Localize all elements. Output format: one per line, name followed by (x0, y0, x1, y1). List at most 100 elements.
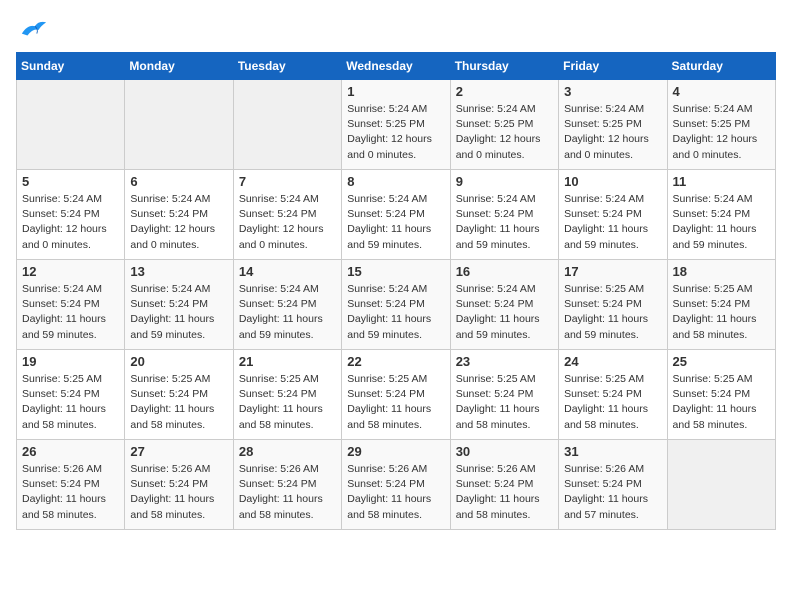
calendar-cell: 17 Sunrise: 5:25 AMSunset: 5:24 PMDayligh… (559, 260, 667, 350)
day-number: 11 (673, 174, 770, 189)
calendar-week-row: 26 Sunrise: 5:26 AMSunset: 5:24 PMDayligh… (17, 440, 776, 530)
day-number: 12 (22, 264, 119, 279)
day-number: 28 (239, 444, 336, 459)
weekday-header-sunday: Sunday (17, 53, 125, 80)
calendar-cell: 11 Sunrise: 5:24 AMSunset: 5:24 PMDayligh… (667, 170, 775, 260)
calendar-week-row: 12 Sunrise: 5:24 AMSunset: 5:24 PMDayligh… (17, 260, 776, 350)
day-info: Sunrise: 5:24 AMSunset: 5:24 PMDaylight:… (456, 192, 553, 253)
day-info: Sunrise: 5:26 AMSunset: 5:24 PMDaylight:… (22, 462, 119, 523)
day-number: 27 (130, 444, 227, 459)
day-info: Sunrise: 5:24 AMSunset: 5:24 PMDaylight:… (564, 192, 661, 253)
weekday-header-saturday: Saturday (667, 53, 775, 80)
weekday-header-wednesday: Wednesday (342, 53, 450, 80)
calendar-cell: 4Sunrise: 5:24 AMSunset: 5:25 PMDaylight… (667, 80, 775, 170)
calendar-cell: 13 Sunrise: 5:24 AMSunset: 5:24 PMDayligh… (125, 260, 233, 350)
calendar-cell: 1Sunrise: 5:24 AMSunset: 5:25 PMDaylight… (342, 80, 450, 170)
weekday-header-tuesday: Tuesday (233, 53, 341, 80)
day-info: Sunrise: 5:24 AMSunset: 5:25 PMDaylight:… (673, 102, 770, 163)
day-info: Sunrise: 5:24 AMSunset: 5:24 PMDaylight:… (673, 192, 770, 253)
day-info: Sunrise: 5:25 AMSunset: 5:24 PMDaylight:… (239, 372, 336, 433)
calendar-cell: 31 Sunrise: 5:26 AMSunset: 5:24 PMDayligh… (559, 440, 667, 530)
calendar-cell: 29Sunrise: 5:26 AMSunset: 5:24 PMDayligh… (342, 440, 450, 530)
calendar-cell: 28 Sunrise: 5:26 AMSunset: 5:24 PMDayligh… (233, 440, 341, 530)
weekday-header-friday: Friday (559, 53, 667, 80)
weekday-header-row: SundayMondayTuesdayWednesdayThursdayFrid… (17, 53, 776, 80)
day-number: 6 (130, 174, 227, 189)
day-number: 5 (22, 174, 119, 189)
day-number: 14 (239, 264, 336, 279)
day-number: 9 (456, 174, 553, 189)
day-info: Sunrise: 5:24 AMSunset: 5:24 PMDaylight:… (456, 282, 553, 343)
day-number: 16 (456, 264, 553, 279)
day-info: Sunrise: 5:25 AMSunset: 5:24 PMDaylight:… (456, 372, 553, 433)
day-info: Sunrise: 5:24 AMSunset: 5:25 PMDaylight:… (456, 102, 553, 163)
day-number: 31 (564, 444, 661, 459)
day-info: Sunrise: 5:24 AMSunset: 5:24 PMDaylight:… (130, 282, 227, 343)
calendar-week-row: 5 Sunrise: 5:24 AMSunset: 5:24 PMDaylight… (17, 170, 776, 260)
calendar-cell: 10 Sunrise: 5:24 AMSunset: 5:24 PMDayligh… (559, 170, 667, 260)
day-number: 20 (130, 354, 227, 369)
day-info: Sunrise: 5:24 AMSunset: 5:25 PMDaylight:… (347, 102, 444, 163)
day-info: Sunrise: 5:24 AMSunset: 5:24 PMDaylight:… (239, 192, 336, 253)
header (16, 16, 776, 40)
day-number: 26 (22, 444, 119, 459)
calendar-cell: 30 Sunrise: 5:26 AMSunset: 5:24 PMDayligh… (450, 440, 558, 530)
calendar-cell: 20 Sunrise: 5:25 AMSunset: 5:24 PMDayligh… (125, 350, 233, 440)
day-info: Sunrise: 5:24 AMSunset: 5:24 PMDaylight:… (347, 282, 444, 343)
day-number: 18 (673, 264, 770, 279)
day-info: Sunrise: 5:25 AMSunset: 5:24 PMDaylight:… (673, 372, 770, 433)
logo (16, 16, 48, 40)
day-number: 7 (239, 174, 336, 189)
day-info: Sunrise: 5:26 AMSunset: 5:24 PMDaylight:… (564, 462, 661, 523)
day-info: Sunrise: 5:26 AMSunset: 5:24 PMDaylight:… (456, 462, 553, 523)
calendar-cell: 18 Sunrise: 5:25 AMSunset: 5:24 PMDayligh… (667, 260, 775, 350)
day-number: 22 (347, 354, 444, 369)
calendar-cell: 27Sunrise: 5:26 AMSunset: 5:24 PMDayligh… (125, 440, 233, 530)
calendar-cell (667, 440, 775, 530)
calendar-cell: 9 Sunrise: 5:24 AMSunset: 5:24 PMDaylight… (450, 170, 558, 260)
calendar-cell: 12 Sunrise: 5:24 AMSunset: 5:24 PMDayligh… (17, 260, 125, 350)
day-info: Sunrise: 5:24 AMSunset: 5:24 PMDaylight:… (239, 282, 336, 343)
logo-bird-icon (20, 16, 48, 40)
day-info: Sunrise: 5:24 AMSunset: 5:25 PMDaylight:… (564, 102, 661, 163)
day-info: Sunrise: 5:25 AMSunset: 5:24 PMDaylight:… (564, 282, 661, 343)
day-info: Sunrise: 5:24 AMSunset: 5:24 PMDaylight:… (22, 282, 119, 343)
calendar-cell: 3 Sunrise: 5:24 AMSunset: 5:25 PMDaylight… (559, 80, 667, 170)
day-info: Sunrise: 5:25 AMSunset: 5:24 PMDaylight:… (130, 372, 227, 433)
calendar-cell: 2 Sunrise: 5:24 AMSunset: 5:25 PMDaylight… (450, 80, 558, 170)
day-number: 17 (564, 264, 661, 279)
calendar-cell: 23 Sunrise: 5:25 AMSunset: 5:24 PMDayligh… (450, 350, 558, 440)
day-number: 10 (564, 174, 661, 189)
calendar-week-row: 1Sunrise: 5:24 AMSunset: 5:25 PMDaylight… (17, 80, 776, 170)
day-number: 15 (347, 264, 444, 279)
calendar-cell: 8Sunrise: 5:24 AMSunset: 5:24 PMDaylight… (342, 170, 450, 260)
day-info: Sunrise: 5:26 AMSunset: 5:24 PMDaylight:… (347, 462, 444, 523)
calendar-cell: 6Sunrise: 5:24 AMSunset: 5:24 PMDaylight… (125, 170, 233, 260)
day-number: 8 (347, 174, 444, 189)
calendar-cell: 5 Sunrise: 5:24 AMSunset: 5:24 PMDaylight… (17, 170, 125, 260)
calendar-table: SundayMondayTuesdayWednesdayThursdayFrid… (16, 52, 776, 530)
day-number: 23 (456, 354, 553, 369)
calendar-cell: 21 Sunrise: 5:25 AMSunset: 5:24 PMDayligh… (233, 350, 341, 440)
day-number: 21 (239, 354, 336, 369)
calendar-cell (125, 80, 233, 170)
calendar-cell: 14 Sunrise: 5:24 AMSunset: 5:24 PMDayligh… (233, 260, 341, 350)
day-number: 24 (564, 354, 661, 369)
day-number: 2 (456, 84, 553, 99)
day-number: 13 (130, 264, 227, 279)
day-number: 30 (456, 444, 553, 459)
calendar-cell: 26 Sunrise: 5:26 AMSunset: 5:24 PMDayligh… (17, 440, 125, 530)
day-info: Sunrise: 5:25 AMSunset: 5:24 PMDaylight:… (673, 282, 770, 343)
day-number: 25 (673, 354, 770, 369)
calendar-cell: 7 Sunrise: 5:24 AMSunset: 5:24 PMDaylight… (233, 170, 341, 260)
weekday-header-monday: Monday (125, 53, 233, 80)
calendar-cell: 24Sunrise: 5:25 AMSunset: 5:24 PMDayligh… (559, 350, 667, 440)
day-info: Sunrise: 5:26 AMSunset: 5:24 PMDaylight:… (239, 462, 336, 523)
day-info: Sunrise: 5:24 AMSunset: 5:24 PMDaylight:… (22, 192, 119, 253)
calendar-week-row: 19Sunrise: 5:25 AMSunset: 5:24 PMDayligh… (17, 350, 776, 440)
calendar-cell (233, 80, 341, 170)
day-info: Sunrise: 5:25 AMSunset: 5:24 PMDaylight:… (347, 372, 444, 433)
calendar-cell: 22 Sunrise: 5:25 AMSunset: 5:24 PMDayligh… (342, 350, 450, 440)
weekday-header-thursday: Thursday (450, 53, 558, 80)
day-number: 3 (564, 84, 661, 99)
